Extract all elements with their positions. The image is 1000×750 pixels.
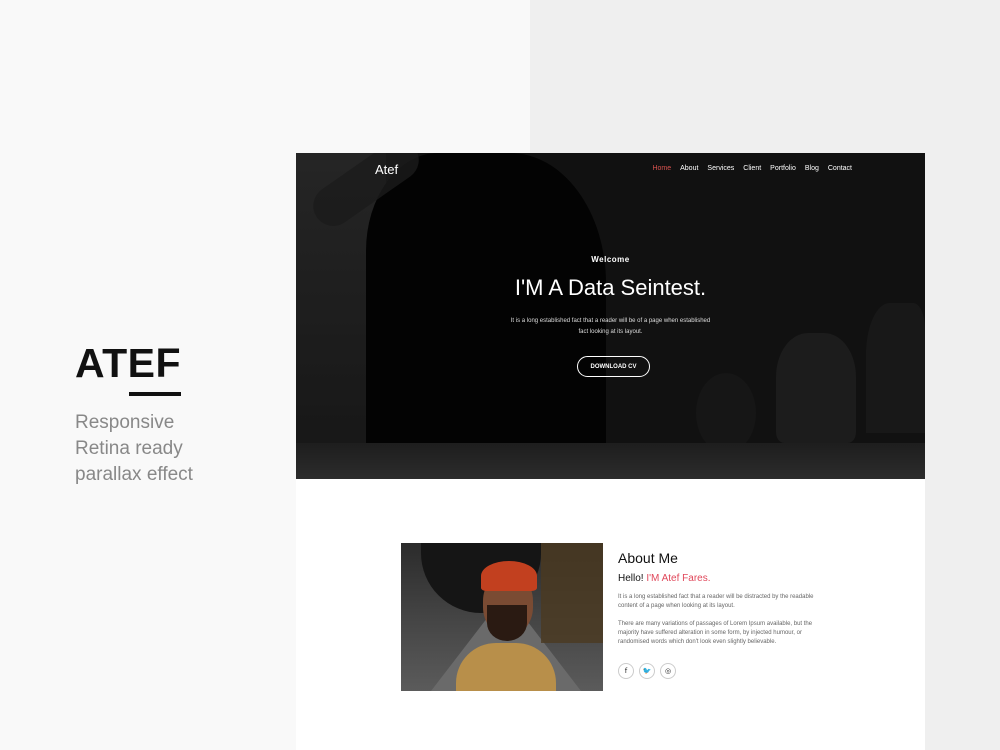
site-logo[interactable]: Atef [375, 162, 398, 177]
website-mockup: Atef Home About Services Client Portfoli… [296, 153, 925, 750]
nav-item-about[interactable]: About [680, 165, 698, 172]
twitter-icon[interactable]: 🐦 [639, 663, 655, 679]
brand-title: ATEF [75, 340, 182, 386]
nav-item-contact[interactable]: Contact [828, 165, 852, 172]
nav-item-client[interactable]: Client [743, 165, 761, 172]
instagram-icon[interactable]: ◎ [660, 663, 676, 679]
nav-item-services[interactable]: Services [707, 165, 734, 172]
hero-description: It is a long established fact that a rea… [510, 318, 711, 335]
main-nav: Home About Services Client Portfolio Blo… [652, 165, 852, 172]
hero-headline: I'M A Data Seintest. [514, 275, 707, 300]
hero-welcome: Welcome [591, 255, 630, 264]
brand-underline [129, 392, 181, 396]
feature-item: Responsive [75, 412, 175, 433]
about-photo [401, 543, 603, 691]
facebook-icon[interactable]: f [618, 663, 634, 679]
nav-item-blog[interactable]: Blog [805, 165, 819, 172]
about-hello: Hello! I'M Atef Fares. [618, 573, 711, 584]
social-links: f 🐦 ◎ [618, 663, 676, 679]
about-hello-prefix: Hello! [618, 573, 644, 584]
download-cv-button[interactable]: DOWNLOAD CV [577, 356, 650, 377]
nav-item-portfolio[interactable]: Portfolio [770, 165, 796, 172]
feature-item: parallax effect [75, 464, 193, 485]
nav-item-home[interactable]: Home [652, 165, 671, 172]
feature-item: Retina ready [75, 438, 183, 459]
about-paragraph-2: There are many variations of passages of… [618, 621, 813, 645]
about-title: About Me [618, 550, 678, 566]
about-paragraph-1: It is a long established fact that a rea… [618, 594, 814, 609]
about-name: I'M Atef Fares. [646, 573, 711, 584]
feature-list: Responsive Retina ready parallax effect [75, 410, 193, 488]
hero-section: Atef Home About Services Client Portfoli… [296, 153, 925, 479]
